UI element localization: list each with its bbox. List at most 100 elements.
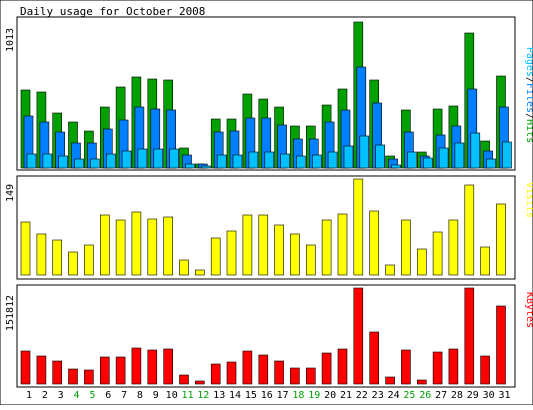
visits-bar-14 (226, 230, 237, 276)
bottom-max-label: 151812 (5, 295, 16, 331)
visits-bar-15 (242, 214, 253, 276)
kbytes-bar-5 (84, 369, 94, 385)
pages-bar-23 (375, 144, 386, 169)
pages-bar-14 (232, 154, 243, 169)
day-label-9: 9 (153, 390, 159, 401)
kbytes-bar-2 (36, 355, 47, 385)
visits-bar-16 (258, 214, 269, 276)
kbytes-bar-27 (432, 351, 443, 385)
visits-bar-22 (353, 178, 364, 276)
pages-bar-17 (280, 153, 290, 169)
visits-bar-8 (131, 211, 142, 276)
kbytes-bar-28 (448, 348, 459, 385)
visits-bar-23 (369, 210, 380, 276)
visits-bar-18 (290, 233, 300, 276)
visits-bar-27 (432, 231, 443, 276)
top-max-label: 1013 (5, 28, 16, 52)
pages-bar-8 (137, 148, 148, 169)
top-legend-text: Pages/Files/Hits (524, 47, 533, 143)
day-label-12: 12 (197, 390, 209, 401)
middle-legend: Visits (524, 182, 533, 218)
day-label-24: 24 (388, 390, 400, 401)
day-label-4: 4 (73, 390, 79, 401)
visits-bar-30 (480, 246, 490, 276)
visits-bar-21 (337, 213, 348, 276)
pages-bar-1 (26, 153, 37, 169)
day-label-18: 18 (292, 390, 304, 401)
visits-bar-24 (385, 264, 395, 276)
pages-bar-11 (185, 163, 195, 169)
pages-bar-27 (438, 147, 449, 169)
bottom-legend: KBytes (524, 292, 533, 328)
pages-bar-19 (311, 154, 322, 169)
day-label-27: 27 (435, 390, 447, 401)
day-label-16: 16 (261, 390, 273, 401)
kbytes-bar-13 (210, 363, 221, 385)
visits-bar-29 (464, 184, 475, 276)
pages-bar-22 (359, 135, 370, 169)
visits-bar-4 (68, 251, 78, 276)
pages-bar-25 (407, 151, 417, 169)
kbytes-bar-16 (258, 354, 269, 385)
day-label-5: 5 (89, 390, 95, 401)
chart-title: Daily usage for October 2008 (20, 5, 205, 18)
kbytes-bar-10 (163, 348, 173, 385)
legend-hits: Hits (524, 119, 533, 143)
visits-bar-3 (52, 239, 63, 276)
pages-bar-4 (74, 158, 84, 169)
pages-bar-2 (42, 153, 53, 169)
kbytes-bar-15 (242, 350, 253, 385)
day-label-23: 23 (372, 390, 384, 401)
kbytes-bar-25 (401, 349, 411, 385)
pages-bar-30 (486, 158, 496, 169)
visits-bar-12 (195, 269, 205, 276)
kbytes-bar-8 (131, 347, 142, 385)
visits-bar-26 (416, 248, 427, 276)
kbytes-bar-30 (480, 355, 490, 385)
day-label-29: 29 (467, 390, 479, 401)
pages-bar-28 (454, 142, 465, 169)
visits-bar-5 (84, 244, 94, 276)
top-panel: 1013 Pages/Files/Hits (5, 16, 533, 171)
day-label-7: 7 (121, 390, 127, 401)
legend-files: Files (524, 83, 533, 113)
pages-bar-13 (216, 154, 227, 169)
pages-bar-18 (296, 155, 306, 169)
kbytes-bar-12 (195, 380, 205, 385)
day-label-22: 22 (356, 390, 368, 401)
pages-bar-31 (502, 141, 512, 169)
visits-bar-31 (496, 203, 506, 276)
usage-chart-window: Daily usage for October 2008 1013 Pages/… (0, 0, 533, 406)
top-legend: Pages/Files/Hits (524, 47, 533, 143)
day-label-17: 17 (277, 390, 289, 401)
day-label-30: 30 (483, 390, 495, 401)
day-label-1: 1 (26, 390, 32, 401)
day-label-31: 31 (498, 390, 510, 401)
day-label-20: 20 (324, 390, 336, 401)
pages-bar-10 (169, 148, 179, 169)
day-label-10: 10 (166, 390, 178, 401)
day-label-3: 3 (58, 390, 64, 401)
pages-bar-9 (153, 148, 164, 169)
kbytes-bar-21 (337, 348, 348, 385)
pages-bar-21 (343, 145, 354, 169)
pages-bar-7 (121, 150, 132, 169)
visits-bar-17 (274, 224, 284, 276)
visits-bar-20 (321, 219, 332, 276)
day-label-6: 6 (105, 390, 111, 401)
day-label-19: 19 (308, 390, 320, 401)
pages-bar-6 (106, 153, 116, 169)
day-label-14: 14 (229, 390, 241, 401)
day-label-11: 11 (181, 390, 193, 401)
day-label-2: 2 (42, 390, 48, 401)
kbytes-bar-22 (353, 287, 364, 385)
kbytes-bar-20 (321, 352, 332, 385)
kbytes-bar-3 (52, 360, 63, 385)
pages-bar-16 (264, 151, 275, 169)
legend-pages: Pages (524, 47, 533, 77)
visits-bar-25 (401, 219, 411, 276)
visits-bar-6 (100, 214, 110, 276)
kbytes-bar-29 (464, 287, 475, 385)
visits-bar-28 (448, 219, 459, 276)
kbytes-bar-23 (369, 331, 380, 385)
